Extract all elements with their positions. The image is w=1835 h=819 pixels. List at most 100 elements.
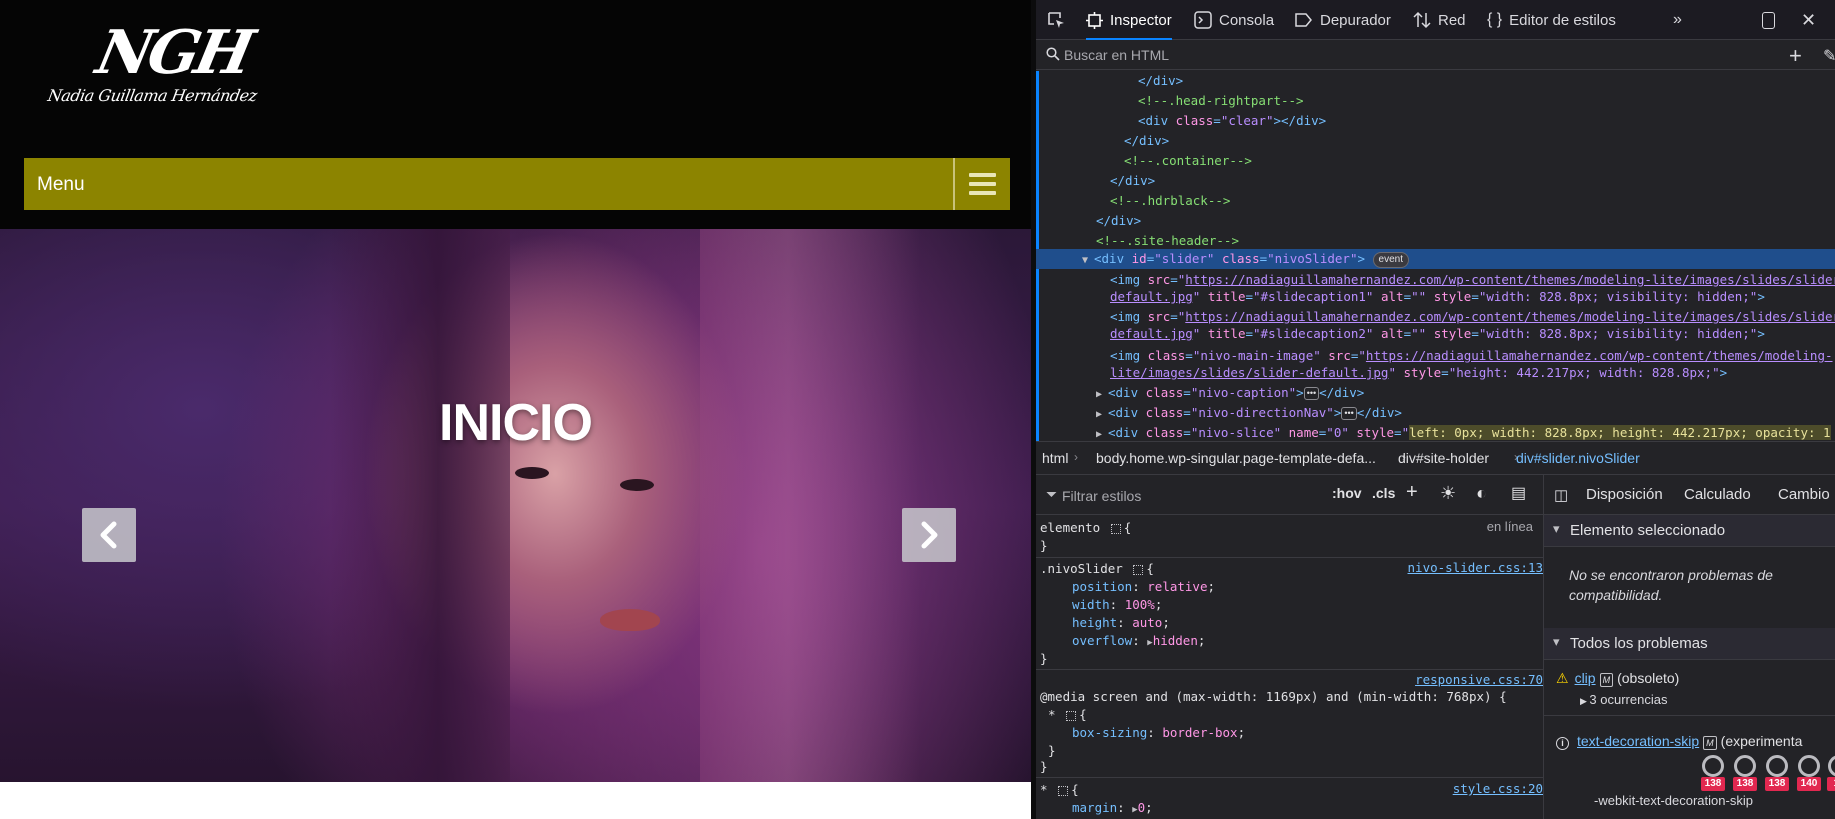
markup-line[interactable]: </div>: [1036, 71, 1835, 91]
css-declaration[interactable]: height: auto;: [1072, 614, 1170, 632]
print-media-icon[interactable]: ▤: [1511, 483, 1526, 503]
close-icon: ✕: [1801, 10, 1817, 30]
markup-line[interactable]: <!--.head-rightpart-->: [1036, 91, 1835, 111]
chevron-right-icon: [921, 521, 938, 549]
markup-line[interactable]: ▶ <div class="nivo-slice" name="0" style=…: [1036, 423, 1835, 441]
markup-line[interactable]: lite/images/slides/slider-default.jpg" s…: [1036, 363, 1835, 383]
slider-next-button[interactable]: [902, 508, 956, 562]
light-scheme-icon[interactable]: ☀: [1440, 483, 1456, 504]
markup-line-selected[interactable]: ▼ <div id="slider" class="nivoSlider"> ev…: [1036, 249, 1835, 269]
filter-styles-input[interactable]: [1062, 485, 1312, 507]
page-content-area: [0, 782, 1031, 819]
menu-toggle-button[interactable]: [955, 158, 1010, 210]
element-picker-button[interactable]: [1046, 0, 1066, 40]
html-search-input[interactable]: [1064, 44, 1684, 66]
rule-universal-selector: * {: [1048, 707, 1087, 722]
collapsed-children-icon[interactable]: •••: [1341, 407, 1357, 420]
tab-debugger[interactable]: Depurador: [1295, 0, 1391, 40]
css-declaration[interactable]: margin: ▶0;: [1072, 799, 1153, 817]
firefox-android-icon: [1828, 755, 1835, 777]
tab-computed[interactable]: Calculado: [1684, 486, 1751, 503]
filter-icon: ⏷: [1046, 486, 1058, 502]
close-devtools-button[interactable]: ✕: [1801, 0, 1816, 40]
tab-debugger-label: Depurador: [1320, 11, 1391, 29]
info-icon: i: [1556, 737, 1569, 750]
markup-line[interactable]: default.jpg" title="#slidecaption2" alt=…: [1036, 324, 1835, 344]
site-logo[interactable]: NGH Nadia Guillama Hernández: [46, 18, 288, 118]
site-header: NGH Nadia Guillama Hernández Menu: [0, 0, 1031, 229]
markup-line[interactable]: <!--.site-header-->: [1036, 231, 1835, 251]
rule-close-brace: }: [1040, 759, 1048, 774]
rules-toolbar: ⏷ :hov .cls + ☀ ◐ ▤: [1036, 475, 1543, 515]
css-declaration[interactable]: width: 100%;: [1072, 596, 1162, 614]
issue-divider: [1544, 715, 1835, 716]
markup-line[interactable]: <div class="clear"></div>: [1036, 111, 1835, 131]
expand-toggle-icon[interactable]: ▶: [1096, 405, 1108, 425]
warning-icon: ⚠: [1556, 670, 1569, 686]
markup-line[interactable]: <!--.container-->: [1036, 151, 1835, 171]
add-rule-button[interactable]: +: [1406, 481, 1418, 504]
markup-line[interactable]: </div>: [1036, 211, 1835, 231]
network-icon: [1413, 11, 1431, 29]
tab-console[interactable]: Consola: [1194, 0, 1274, 40]
breadcrumb-item[interactable]: div#site-holder: [1398, 450, 1489, 466]
tab-changes[interactable]: Cambio: [1778, 486, 1830, 503]
chrome-android-icon: [1734, 755, 1756, 777]
hov-toggle-button[interactable]: :hov: [1332, 485, 1362, 501]
chevron-right-icon: ›: [1074, 450, 1078, 464]
breadcrumb-item[interactable]: html: [1042, 450, 1068, 466]
markup-line[interactable]: <!--.hdrblack-->: [1036, 191, 1835, 211]
breadcrumb-item[interactable]: body.home.wp-singular.page-template-defa…: [1096, 450, 1376, 466]
braces-icon: { }: [1487, 11, 1503, 28]
side-panel-tabs: ◫ Disposición Calculado Cambio: [1544, 475, 1835, 515]
tab-network[interactable]: Red: [1413, 0, 1466, 40]
expand-toggle-icon[interactable]: ▶: [1096, 425, 1108, 441]
css-declaration[interactable]: overflow: ▶hidden;: [1072, 632, 1205, 650]
css-declaration[interactable]: box-sizing: border-box;: [1072, 724, 1245, 742]
browser-version-badge: 140: [1797, 777, 1821, 791]
breadcrumb-item-current[interactable]: div#slider.nivoSlider: [1516, 450, 1640, 466]
markup-line[interactable]: default.jpg" title="#slidecaption1" alt=…: [1036, 287, 1835, 307]
section-selected-element[interactable]: Elemento seleccionado: [1544, 515, 1835, 547]
grid-icon: [1058, 785, 1069, 796]
section-all-issues[interactable]: Todos los problemas: [1544, 628, 1835, 660]
rule-close-brace: }: [1048, 743, 1056, 758]
tabs-overflow-button[interactable]: »: [1673, 0, 1682, 40]
issue-tds-link[interactable]: text-decoration-skip: [1577, 733, 1699, 749]
grid-icon: [1133, 564, 1144, 575]
rule-source-link[interactable]: responsive.css:70: [1415, 672, 1543, 687]
markup-line[interactable]: </div>: [1036, 171, 1835, 191]
tab-layout[interactable]: Disposición: [1586, 486, 1663, 503]
expand-toggle-icon[interactable]: ▼: [1082, 251, 1094, 271]
hero-image-eye: [515, 467, 549, 479]
cls-toggle-button[interactable]: .cls: [1372, 485, 1395, 501]
rule-source-link[interactable]: nivo-slider.css:13: [1408, 560, 1543, 575]
rule-element-selector: elemento {: [1040, 520, 1132, 535]
add-node-button[interactable]: +: [1789, 43, 1802, 69]
issue-clip-link[interactable]: clip: [1575, 670, 1596, 686]
markup-line[interactable]: ▶ <div class="nivo-directionNav"> ••• </div…: [1036, 403, 1835, 423]
toggle-sidebar-icon[interactable]: ◫: [1554, 486, 1568, 504]
issue-clip: ⚠ clip M (obsoleto): [1556, 670, 1679, 687]
responsive-design-button[interactable]: [1762, 0, 1775, 40]
eyedropper-icon[interactable]: ✎: [1823, 46, 1835, 66]
tab-inspector[interactable]: Inspector: [1086, 0, 1172, 40]
tab-style-editor-label: Editor de estilos: [1509, 11, 1616, 29]
expand-toggle-icon[interactable]: ▶: [1096, 385, 1108, 405]
markup-line[interactable]: ▶ <div class="nivo-caption"> ••• </div>: [1036, 383, 1835, 403]
slider-prev-button[interactable]: [82, 508, 136, 562]
tab-style-editor[interactable]: { } Editor de estilos: [1487, 0, 1616, 40]
mdn-icon[interactable]: M: [1599, 673, 1614, 687]
compatibility-panel: ◫ Disposición Calculado Cambio Elemento …: [1544, 475, 1835, 819]
collapsed-children-icon[interactable]: •••: [1303, 387, 1320, 400]
rule-source-link[interactable]: style.css:20: [1453, 781, 1543, 796]
dark-scheme-icon[interactable]: ◐: [1476, 483, 1487, 504]
markup-line[interactable]: </div>: [1036, 131, 1835, 151]
rule-divider: [1036, 777, 1543, 778]
event-badge[interactable]: event: [1372, 251, 1409, 268]
edge-icon: [1766, 755, 1788, 777]
issue-tds-tag: (experimenta: [1720, 733, 1803, 749]
issue-occurrences[interactable]: ▶ 3 ocurrencias: [1580, 692, 1667, 707]
css-declaration[interactable]: position: relative;: [1072, 578, 1215, 596]
mdn-icon[interactable]: M: [1703, 736, 1717, 750]
